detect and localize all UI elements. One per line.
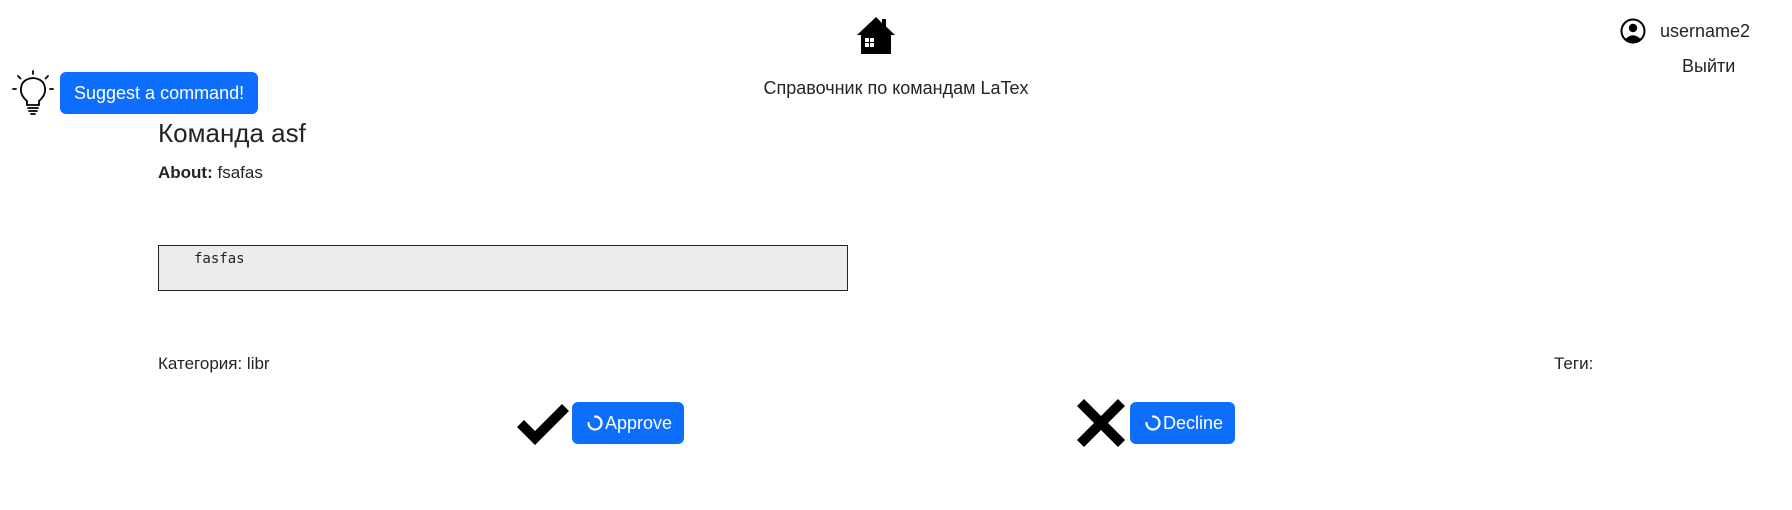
code-text: fasfas (194, 251, 245, 267)
approve-button[interactable]: Approve (572, 402, 685, 444)
username: username2 (1660, 20, 1751, 41)
house-icon (857, 17, 895, 54)
command-title: Команда asf (158, 118, 306, 148)
tags-label: Теги: (1554, 354, 1594, 373)
suggest-command-button[interactable]: Suggest a command! (60, 72, 259, 114)
code-block: fasfas (158, 245, 848, 291)
cross-icon (1072, 394, 1130, 452)
lightbulb-icon (12, 70, 54, 116)
home-link[interactable] (854, 14, 898, 58)
approve-label: Approve (605, 412, 673, 433)
approve-action: Approve (514, 394, 685, 452)
user-menu: username2 (1620, 18, 1750, 44)
suggest-block: Suggest a command! (12, 70, 259, 116)
refresh-spinner-icon (586, 414, 604, 432)
about-text: fsafas (217, 163, 263, 182)
about-label: About: (158, 163, 213, 182)
page: Справочник по командам LaTex username2 В… (0, 0, 1792, 510)
decline-label: Decline (1163, 412, 1224, 433)
site-title: Справочник по командам LaTex (763, 78, 1029, 98)
logout-link[interactable]: Выйти (1682, 56, 1735, 77)
decline-button[interactable]: Decline (1130, 402, 1236, 444)
decline-action: Decline (1072, 394, 1236, 452)
category-text: Категория: libr (158, 354, 270, 373)
refresh-spinner-icon (1144, 414, 1162, 432)
checkmark-icon (514, 394, 572, 452)
user-circle-icon (1620, 18, 1646, 44)
about-section: About: fsafas (158, 163, 263, 183)
